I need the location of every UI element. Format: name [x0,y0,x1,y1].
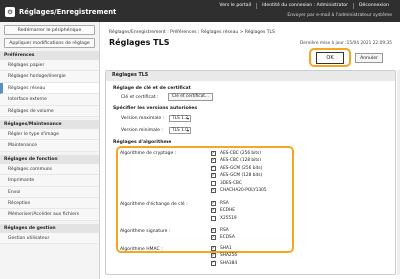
algo-option-label: AES-GCM (128 bits) [220,173,263,179]
sidebar-item-timer[interactable]: Réglages horloge/énergie [0,71,99,83]
checkbox-checked-icon[interactable]: ✓ [211,158,216,164]
algo-option[interactable]: ✓ ECDHE [211,208,235,214]
top-links: Vers le portail Identité du connexion : … [214,3,394,9]
key-exchange-label: Algorithme d'échange de clé : [120,202,188,207]
checkbox-checked-icon[interactable]: ✓ [211,235,216,241]
sidebar-section-functions: Réglages de fonction [0,154,99,164]
sidebar-item-network[interactable]: Réglages réseau [0,82,99,95]
checkbox-checked-icon[interactable]: ✓ [211,246,216,251]
algo-option[interactable]: ✓ AES-CBC (128 bits) [211,158,261,164]
checkbox-checked-icon[interactable]: ✓ [211,151,216,156]
breadcrumb: Réglages/Enregistrement : Préférences : … [109,30,275,35]
algo-option-label: AES-CBC (128 bits) [220,158,261,164]
key-certificate-button[interactable]: Clé et certificat... [168,93,214,101]
app-brand: ⚙ Réglages/Enregistrement [5,7,116,17]
login-identity: Identité du connexion : Administrator [256,3,353,9]
algo-option[interactable]: ✓ AES-CBC (256 bits) [211,151,261,156]
algo-option[interactable]: X25519 [211,215,237,221]
cancel-button[interactable]: Annuler [355,53,383,63]
sidebar-item-image-type[interactable]: Régler le type d'image [0,128,99,141]
top-bar: ⚙ Réglages/Enregistrement Vers le portai… [0,0,400,22]
min-version-label: Version minimale : [121,128,163,133]
sidebar-item-maintenance[interactable]: Maintenance [0,140,99,152]
sidebar-item-printer[interactable]: Imprimante [0,175,99,187]
apply-settings-button[interactable]: Appliquer modifications de réglage [4,38,95,48]
email-admin-link[interactable]: Envoyer par e-mail à l'administrateur sy… [287,13,392,18]
algo-option[interactable]: ✓ SHA256 [211,253,238,259]
min-version-select[interactable]: TLS 1.0 [169,126,191,134]
checkbox-checked-icon[interactable]: ✓ [211,208,216,214]
key-label: Clé et certificat : [121,95,159,100]
cipher-label: Algorithme de cryptage : [120,151,177,156]
page-title: Réglages TLS [109,38,170,47]
settings-app-icon: ⚙ [5,7,15,17]
algo-option[interactable]: ✓ RSA [211,228,229,233]
algo-option-label: SHA256 [220,253,238,259]
algo-option[interactable]: ✓ CHACHA20-POLY1305 [211,188,267,193]
algo-option-label: 3DES-CBC [220,180,242,186]
sidebar-item-volume[interactable]: Réglages de volume [0,105,99,117]
restart-device-button[interactable]: Redémarrer le périphérique [4,25,95,35]
checkbox-checked-icon[interactable]: ✓ [211,173,216,179]
algo-option[interactable]: ✓ AES-GCM (128 bits) [211,173,263,179]
algo-option[interactable]: ✓ ECDSA [211,235,235,241]
checkbox-checked-icon[interactable]: ✓ [211,188,216,193]
algo-option-label: SHA1 [220,246,232,251]
algo-option-label: ECDSA [220,235,235,241]
algo-option-label: CHACHA20-POLY1305 [220,188,267,193]
algo-option-label: AES-GCM (256 bits) [220,165,263,171]
sidebar-item-external-interface[interactable]: Interface externe [0,94,99,106]
key-section-title: Réglage de clé et de certificat [113,86,191,91]
sidebar-section-maintenance: Réglages/Maintenance [0,119,99,129]
panel-title: Réglages TLS [106,71,395,81]
algo-option-label: RSA [220,228,229,233]
max-version-label: Version maximale : [121,116,165,121]
algo-section-title: Réglages d'algorithme [113,140,172,145]
sidebar-item-common[interactable]: Réglages communs [0,163,99,176]
checkbox-checked-icon[interactable]: ✓ [211,201,216,206]
checkbox-unchecked-icon[interactable] [211,215,216,221]
logout-link[interactable]: Déconnexion [353,3,394,9]
algo-option-label: ECDHE [220,208,235,214]
algorithm-highlight [116,146,294,253]
version-section-title: Spécifier les versions autorisées [113,106,198,111]
main-content: Réglages/Enregistrement : Préférences : … [101,22,400,279]
algo-option-label: SHA384 [220,260,238,266]
sidebar-item-paper[interactable]: Réglages papier [0,60,99,72]
checkbox-checked-icon[interactable]: ✓ [211,261,216,266]
ok-button[interactable]: OK [316,52,344,64]
signature-label: Algorithme signature : [120,229,171,234]
sidebar-item-user-management[interactable]: Gestion utilisateur [0,232,99,245]
algo-option[interactable]: ✓ SHA1 [211,246,232,251]
algo-option[interactable]: ✓ SHA384 [211,261,237,266]
sidebar-item-send[interactable]: Envoi [0,186,99,198]
checkbox-unchecked-icon[interactable] [211,180,216,186]
last-updated: Dernière mise à jour :15/04 2021 22:09:3… [300,41,392,46]
checkbox-checked-icon[interactable]: ✓ [211,228,216,233]
algo-option[interactable]: ✓ RSA [211,201,229,206]
sidebar-section-management: Réglages de gestion [0,223,99,233]
algo-option-label: X25519 [220,215,237,221]
checkbox-checked-icon[interactable]: ✓ [211,253,216,259]
app-title: Réglages/Enregistrement [19,8,117,16]
algo-option[interactable]: ✓ AES-GCM (256 bits) [211,166,262,171]
sidebar: Redémarrer le périphérique Appliquer mod… [0,22,100,279]
hmac-label: Algorithme HMAC : [120,247,163,252]
sidebar-section-preferences: Préférences [0,51,99,60]
portal-link[interactable]: Vers le portail [214,3,256,9]
checkbox-checked-icon[interactable]: ✓ [211,166,216,171]
sidebar-item-receive[interactable]: Réception [0,197,99,210]
algo-option-label: AES-CBC (256 bits) [220,151,261,156]
algo-option[interactable]: 3DES-CBC [211,180,242,186]
tls-panel: Réglages TLS Réglage de clé et de certif… [105,70,396,275]
max-version-select[interactable]: TLS 1.2 [169,114,191,122]
sidebar-item-store-files[interactable]: Mémoriser/Accéder aux fichiers [0,209,99,221]
algo-option-label: RSA [220,201,229,206]
